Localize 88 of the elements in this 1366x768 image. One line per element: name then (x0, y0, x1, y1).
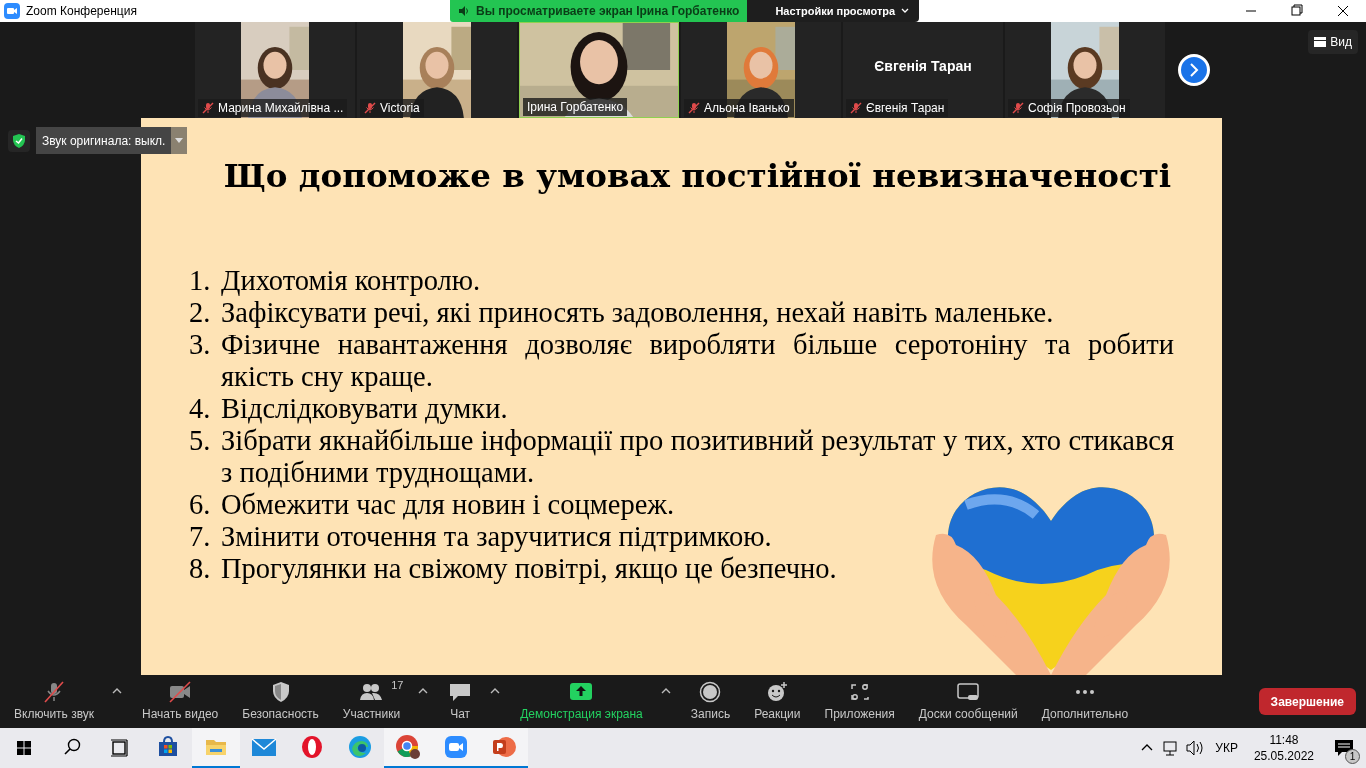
mail-icon (251, 735, 277, 759)
original-sound-dropdown[interactable] (171, 127, 188, 154)
chevron-right-icon (1189, 63, 1199, 77)
list-item-text: Прогулянки на свіжому повітрі, якщо це безпечно. (221, 552, 838, 585)
list-number: 1. (189, 264, 212, 297)
shield-check-icon (8, 129, 30, 152)
video-camera-icon (444, 735, 468, 759)
slide-title: Що допоможе в умовах постійної невизначеності (222, 155, 1173, 197)
list-number: 4. (189, 392, 212, 425)
toolbar-button[interactable]: Доски сообщений (914, 680, 1022, 723)
store-icon (156, 735, 180, 759)
muted-mic-icon (202, 102, 214, 114)
speaker-icon (458, 5, 470, 17)
video-tile[interactable]: Ірина Горбатенко (519, 22, 679, 118)
list-item-text: Зафіксувати речі, які приносять задоволення, нехай навіть маленьке. (221, 296, 1055, 329)
caret-icon[interactable] (660, 686, 671, 695)
video-tile[interactable]: Альона Іванько (681, 22, 841, 118)
opera-icon (300, 735, 324, 759)
edge-icon (348, 735, 372, 759)
view-options-dropdown[interactable]: Настройки просмотра (747, 0, 920, 22)
list-number: 2. (189, 296, 212, 329)
toolbar-button[interactable]: 17 Участники (338, 680, 405, 723)
muted-mic-icon (688, 102, 700, 114)
video-tile[interactable]: Марина Михайлівна ... (195, 22, 355, 118)
toolbar-button[interactable]: Запись (686, 680, 735, 723)
toolbar-button[interactable]: Начать видео (138, 680, 223, 723)
toolbar-button[interactable]: Включить звук (10, 680, 99, 723)
whiteboard-icon (956, 680, 981, 703)
list-item-text: Змінити оточення та заручитися підтримкою. (221, 520, 773, 553)
chrome-icon (395, 734, 421, 760)
end-meeting-button[interactable]: Завершение (1258, 688, 1356, 715)
participant-name-large: Євгенія Таран (874, 56, 972, 76)
list-item-text: Зібрати якнайбільше інформації про позитивний результат у тих, хто стикався з подібними труднощами. (221, 424, 1174, 489)
slides-app-icon (491, 735, 517, 759)
list-number: 7. (189, 520, 212, 553)
window-title: Zoom Конференция (26, 3, 137, 20)
participant-name: Євгенія Таран (866, 100, 945, 117)
caret-icon[interactable] (418, 686, 429, 695)
list-number: 8. (189, 552, 212, 585)
smiley-icon (765, 680, 790, 703)
list-number: 6. (189, 488, 212, 521)
taskbar-app[interactable] (192, 728, 240, 768)
grid-icon (1314, 37, 1327, 47)
list-item-text: Відслідковувати думки. (221, 392, 509, 425)
share-screen-icon (569, 680, 594, 703)
caret-down-icon (175, 138, 184, 143)
toolbar-button[interactable]: Чат (444, 680, 477, 723)
language-indicator[interactable]: УКР (1207, 739, 1246, 757)
taskbar-app[interactable] (384, 728, 432, 768)
muted-mic-icon (42, 680, 66, 703)
list-item-text: Обмежити час для новин і соцмереж. (221, 488, 676, 521)
record-icon (698, 680, 723, 703)
toolbar-button[interactable]: Безопасность (238, 680, 323, 723)
clock-date: 25.05.2022 (1253, 748, 1314, 764)
toolbar-button[interactable]: Демонстрация экрана (516, 680, 647, 723)
list-item-text: Фізичне навантаження дозволяє виробляти більше серотоніну та робити якість сну краще. (221, 328, 1174, 393)
muted-mic-icon (364, 102, 376, 114)
participant-name: Софія Провозьон (1028, 100, 1126, 117)
share-banner-text: Вы просматриваете экран Ірина Горбатенко (476, 3, 740, 20)
toolbar-button[interactable]: Дополнительно (1037, 680, 1133, 723)
caret-icon[interactable] (490, 686, 501, 695)
next-page-button[interactable] (1178, 54, 1210, 86)
chevron-down-icon (901, 8, 910, 14)
clock-time: 11:48 (1269, 732, 1299, 748)
toolbar-button[interactable]: Приложения (820, 680, 899, 723)
list-number: 5. (189, 424, 212, 458)
participant-name: Ірина Горбатенко (527, 99, 624, 116)
more-icon (1075, 689, 1094, 694)
participant-name: Victoria (380, 100, 420, 117)
original-sound-label: Звук оригинала: выкл. (36, 127, 172, 154)
view-button[interactable]: Вид (1308, 30, 1358, 54)
clock[interactable]: 11:48 25.05.2022 (1245, 732, 1322, 764)
toolbar-button[interactable]: Реакции (750, 680, 805, 723)
participant-name: Марина Михайлівна ... (218, 100, 344, 117)
video-off-icon (168, 680, 193, 703)
notification-count: 1 (1345, 749, 1360, 764)
caret-icon[interactable] (112, 686, 123, 695)
video-tile[interactable]: Victoria (357, 22, 517, 118)
taskbar-app[interactable] (480, 728, 528, 768)
participant-count: 17 (391, 677, 404, 693)
list-item-text: Дихотомія контролю. (221, 264, 482, 297)
video-camera-icon (4, 3, 20, 19)
list-number: 3. (189, 328, 212, 362)
muted-mic-icon (1012, 102, 1024, 114)
muted-mic-icon (850, 102, 862, 114)
video-tile[interactable]: Євгенія Таран Євгенія Таран (843, 22, 1003, 118)
video-tile[interactable]: Софія Провозьон (1005, 22, 1165, 118)
participant-name: Альона Іванько (704, 100, 790, 117)
